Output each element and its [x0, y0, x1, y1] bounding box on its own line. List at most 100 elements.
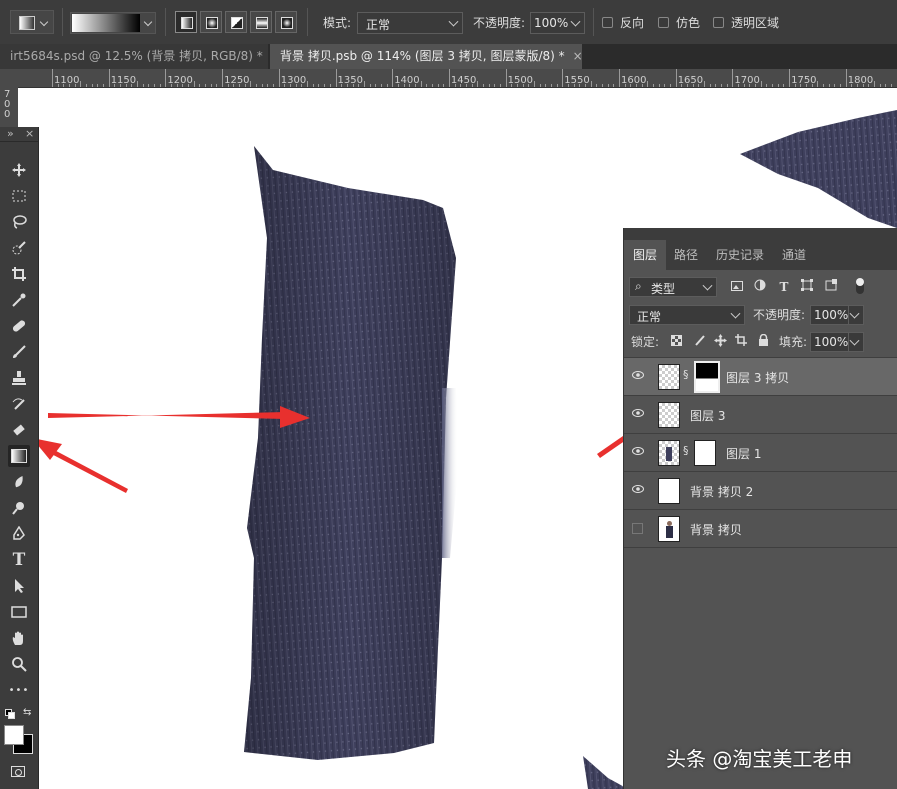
ruler-minor-tick	[193, 81, 195, 87]
layer-mask-thumbnail[interactable]	[694, 361, 720, 393]
blur-tool-icon[interactable]	[8, 471, 30, 493]
filter-toggle-icon[interactable]	[856, 278, 864, 294]
visibility-eye-icon[interactable]	[632, 446, 644, 456]
dodge-tool-icon[interactable]	[8, 497, 30, 519]
visibility-eye-icon[interactable]	[632, 484, 644, 494]
ruler-major-tick	[335, 69, 337, 87]
tab-paths[interactable]: 路径	[667, 240, 705, 270]
tab-document-1[interactable]: irt5684s.psd @ 12.5% (背景 拷贝, RGB/8) *×	[0, 44, 281, 69]
ruler-major-tick	[165, 69, 167, 87]
image-filter-icon[interactable]	[729, 279, 745, 295]
shape-filter-icon[interactable]	[799, 279, 815, 295]
eyedropper-tool-icon[interactable]	[8, 289, 30, 311]
smart-object-filter-icon[interactable]	[823, 279, 839, 295]
eraser-tool-icon[interactable]	[8, 419, 30, 441]
marquee-tool-icon[interactable]	[8, 185, 30, 207]
history-brush-tool-icon[interactable]	[8, 393, 30, 415]
lock-position-icon[interactable]	[712, 334, 728, 350]
ruler-minor-tick	[777, 84, 779, 87]
gradient-picker[interactable]	[70, 12, 156, 34]
adjustment-filter-icon[interactable]	[752, 279, 768, 295]
layer-opacity-dropdown[interactable]	[848, 305, 864, 325]
radial-gradient-button[interactable]	[200, 11, 222, 33]
clone-stamp-tool-icon[interactable]	[8, 367, 30, 389]
visibility-toggle-off[interactable]	[632, 523, 643, 534]
tab-layers[interactable]: 图层	[624, 240, 666, 270]
move-tool-icon[interactable]	[8, 159, 30, 181]
dither-label: 仿色	[676, 16, 701, 30]
link-icon[interactable]: §	[683, 368, 689, 381]
reverse-checkbox[interactable]	[602, 17, 613, 28]
angle-gradient-button[interactable]	[225, 11, 247, 33]
lock-artboard-icon[interactable]	[733, 334, 749, 350]
tab-history[interactable]: 历史记录	[707, 240, 773, 270]
ruler-minor-tick	[539, 84, 541, 87]
ruler-minor-tick	[273, 84, 275, 87]
layer-row[interactable]: 背景 拷贝	[624, 510, 897, 548]
layer-mask-thumbnail[interactable]	[694, 440, 716, 466]
path-select-tool-icon[interactable]	[8, 575, 30, 597]
visibility-eye-icon[interactable]	[632, 370, 644, 380]
quick-mask-icon[interactable]	[11, 766, 25, 777]
lasso-tool-icon[interactable]	[8, 211, 30, 233]
chevron-down-icon	[143, 17, 153, 27]
foreground-color-swatch[interactable]	[4, 725, 24, 745]
ruler-minor-tick	[573, 84, 575, 87]
ruler-minor-tick	[857, 84, 859, 87]
layer-name: 背景 拷贝	[690, 523, 742, 537]
ruler-minor-tick	[641, 84, 643, 87]
blend-mode-value: 正常	[637, 310, 662, 324]
lock-pixels-icon[interactable]	[692, 334, 708, 350]
opacity-field[interactable]: 100%	[530, 12, 585, 34]
lock-transparent-icon[interactable]	[668, 334, 684, 350]
layer-filter-dropdown[interactable]: ⌕ 类型	[629, 277, 717, 297]
layer-row[interactable]: 图层 3	[624, 396, 897, 434]
linear-gradient-button[interactable]	[175, 11, 197, 33]
ruler-minor-tick	[159, 84, 161, 87]
ruler-minor-tick	[647, 81, 649, 87]
ruler-minor-tick	[86, 84, 88, 87]
visibility-eye-icon[interactable]	[632, 408, 644, 418]
close-icon[interactable]: ×	[573, 49, 583, 63]
mode-dropdown[interactable]: 正常	[357, 12, 463, 34]
more-tools-icon[interactable]: •••	[8, 679, 30, 701]
quick-select-tool-icon[interactable]	[8, 237, 30, 259]
lock-all-icon[interactable]	[755, 333, 771, 350]
transparency-checkbox[interactable]	[713, 17, 724, 28]
tool-preset-picker[interactable]	[10, 10, 54, 34]
default-colors-icon[interactable]	[5, 709, 15, 719]
ruler-minor-tick	[670, 84, 672, 87]
layer-row[interactable]: § 图层 1	[624, 434, 897, 472]
swap-colors-icon[interactable]: ⇆	[23, 707, 31, 718]
type-filter-icon[interactable]: T	[776, 279, 792, 295]
layer-row[interactable]: 背景 拷贝 2	[624, 472, 897, 510]
dither-checkbox[interactable]	[658, 17, 669, 28]
diamond-gradient-button[interactable]	[275, 11, 297, 33]
tab-title: 背景 拷贝.psb @ 114% (图层 3 拷贝, 图层蒙版/8) *	[280, 49, 565, 63]
blend-mode-dropdown[interactable]: 正常	[629, 305, 745, 325]
crop-tool-icon[interactable]	[8, 263, 30, 285]
link-icon[interactable]: §	[683, 444, 689, 457]
ruler-minor-tick	[57, 84, 59, 87]
ruler-minor-tick	[154, 84, 156, 87]
rectangle-tool-icon[interactable]	[8, 601, 30, 623]
pen-tool-icon[interactable]	[8, 523, 30, 545]
tab-document-2[interactable]: 背景 拷贝.psb @ 114% (图层 3 拷贝, 图层蒙版/8) * ×	[270, 44, 583, 69]
reflected-gradient-button[interactable]	[250, 11, 272, 33]
close-icon[interactable]: ×	[25, 127, 34, 140]
type-tool-icon[interactable]: T	[8, 549, 30, 571]
layer-row[interactable]: § 图层 3 拷贝	[624, 358, 897, 396]
gradient-tool-icon[interactable]	[8, 445, 30, 467]
healing-brush-tool-icon[interactable]	[8, 315, 30, 337]
ruler-minor-tick	[653, 84, 655, 87]
tab-channels[interactable]: 通道	[774, 240, 814, 270]
zoom-tool-icon[interactable]	[8, 653, 30, 675]
ruler-minor-tick	[811, 84, 813, 87]
collapse-icon[interactable]: »	[7, 127, 14, 140]
ruler-minor-tick	[397, 84, 399, 87]
ruler-minor-tick	[658, 84, 660, 87]
ruler-minor-tick	[817, 81, 819, 87]
hand-tool-icon[interactable]	[8, 627, 30, 649]
brush-tool-icon[interactable]	[8, 341, 30, 363]
fill-dropdown[interactable]	[848, 332, 864, 352]
